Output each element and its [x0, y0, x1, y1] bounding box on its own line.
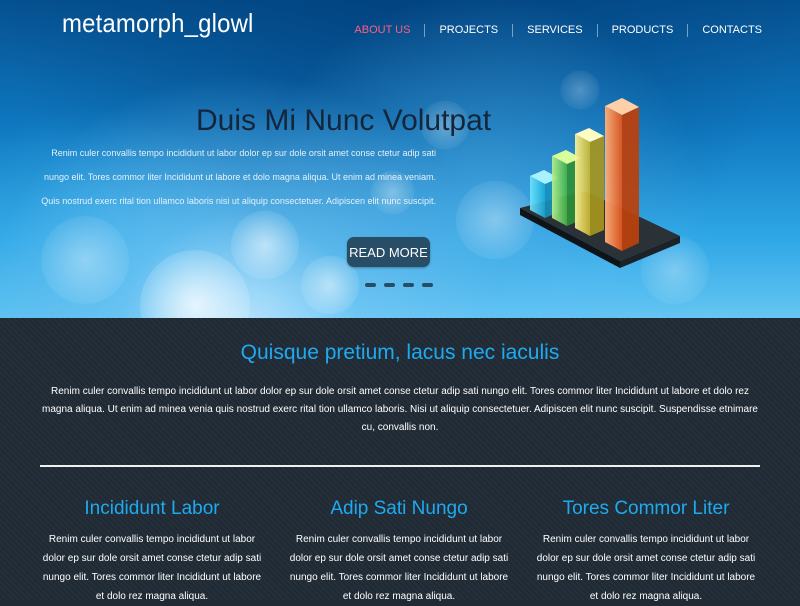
content-section: Quisque pretium, lacus nec iaculis Renim… [0, 318, 800, 602]
feature-title[interactable]: Tores Commor Liter [532, 498, 760, 520]
feature-text: Renim culer convallis tempo incididunt u… [536, 534, 756, 602]
hero-text: Renim culer convallis tempo incididunt u… [16, 141, 436, 213]
feature-column: Adip Sati Nungo Renim culer convallis te… [285, 498, 513, 606]
nav-item-contacts[interactable]: CONTACTS [687, 24, 776, 37]
nav-item-projects[interactable]: PROJECTS [424, 24, 512, 37]
hero-title: Duis Mi Nunc Volutpat [196, 104, 492, 137]
hero-text-line: Renim culer convallis tempo incididunt u… [51, 148, 436, 158]
slider-dot[interactable] [384, 283, 395, 287]
nav-item-products[interactable]: PRODUCTS [596, 24, 688, 37]
bar-chart-illustration-icon [520, 98, 680, 268]
nav-item-services[interactable]: SERVICES [512, 24, 596, 37]
feature-text: Renim culer convallis tempo incididunt u… [289, 534, 509, 602]
hero-text-line: nungo elit. Tores commor liter Incididun… [43, 172, 436, 182]
feature-column: Incididunt Labor Renim culer convallis t… [38, 498, 266, 606]
hero-banner: metamorph_glowl ABOUT US PROJECTS SERVIC… [0, 0, 800, 318]
slider-dot[interactable] [365, 283, 376, 287]
nav-item-about-us[interactable]: ABOUT US [340, 24, 424, 37]
section-title: Quisque pretium, lacus nec iaculis [240, 341, 560, 364]
feature-text: Renim culer convallis tempo incididunt u… [42, 534, 262, 602]
feature-title[interactable]: Incididunt Labor [38, 498, 266, 520]
divider [40, 465, 760, 467]
section-text: Renim culer convallis tempo incididunt u… [42, 386, 758, 433]
slider-dot[interactable] [403, 283, 414, 287]
slider-dot[interactable] [422, 283, 433, 287]
hero-text-line: Quis nostrud exerc rital tion ullamco la… [41, 196, 436, 206]
feature-title[interactable]: Adip Sati Nungo [285, 498, 513, 520]
feature-column: Tores Commor Liter Renim culer convallis… [532, 498, 760, 606]
slider-dots [365, 283, 441, 287]
site-logo[interactable]: metamorph_glowl [62, 8, 254, 39]
main-nav: ABOUT US PROJECTS SERVICES PRODUCTS CONT… [340, 24, 776, 37]
read-more-button[interactable]: READ MORE [347, 237, 430, 267]
